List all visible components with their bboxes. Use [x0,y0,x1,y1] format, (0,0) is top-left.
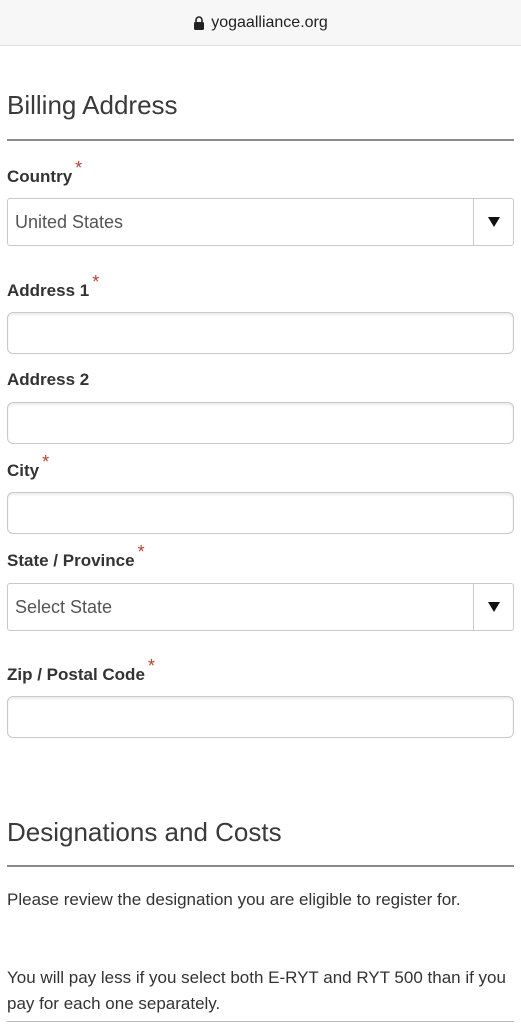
triangle-down-icon[interactable] [473,199,513,245]
required-marker: * [92,272,100,292]
browser-address-bar[interactable]: yogaalliance.org [0,0,521,46]
zip-label: Zip / Postal Code * [7,656,155,684]
country-select-value: United States [15,211,124,232]
address2-label: Address 2 [7,370,90,389]
address1-label: Address 1 * [7,272,100,300]
state-label: State / Province * [7,542,145,570]
required-marker: * [147,656,155,676]
required-marker: * [137,542,145,562]
url-text: yogaalliance.org [211,13,328,31]
city-label: City * [7,452,50,480]
designations-heading: Designations and Costs [7,817,282,847]
section-divider [7,139,514,141]
section-divider [7,1021,514,1022]
address1-field[interactable] [7,312,514,354]
state-select-value: Select State [15,596,113,617]
country-label: Country * [7,158,83,186]
state-select[interactable]: Select State [7,583,514,631]
section-divider [7,865,514,867]
required-marker: * [42,452,50,472]
city-field[interactable] [7,492,514,534]
triangle-down-icon[interactable] [473,584,513,630]
country-select[interactable]: United States [7,198,514,246]
zip-field[interactable] [7,696,514,738]
lock-icon [193,15,205,30]
designations-intro-text: Please review the designation you are el… [7,890,461,909]
address2-field[interactable] [7,402,514,444]
designations-savings-text: You will pay less if you select both E-R… [7,968,506,1013]
billing-address-heading: Billing Address [7,90,178,120]
required-marker: * [75,158,83,178]
